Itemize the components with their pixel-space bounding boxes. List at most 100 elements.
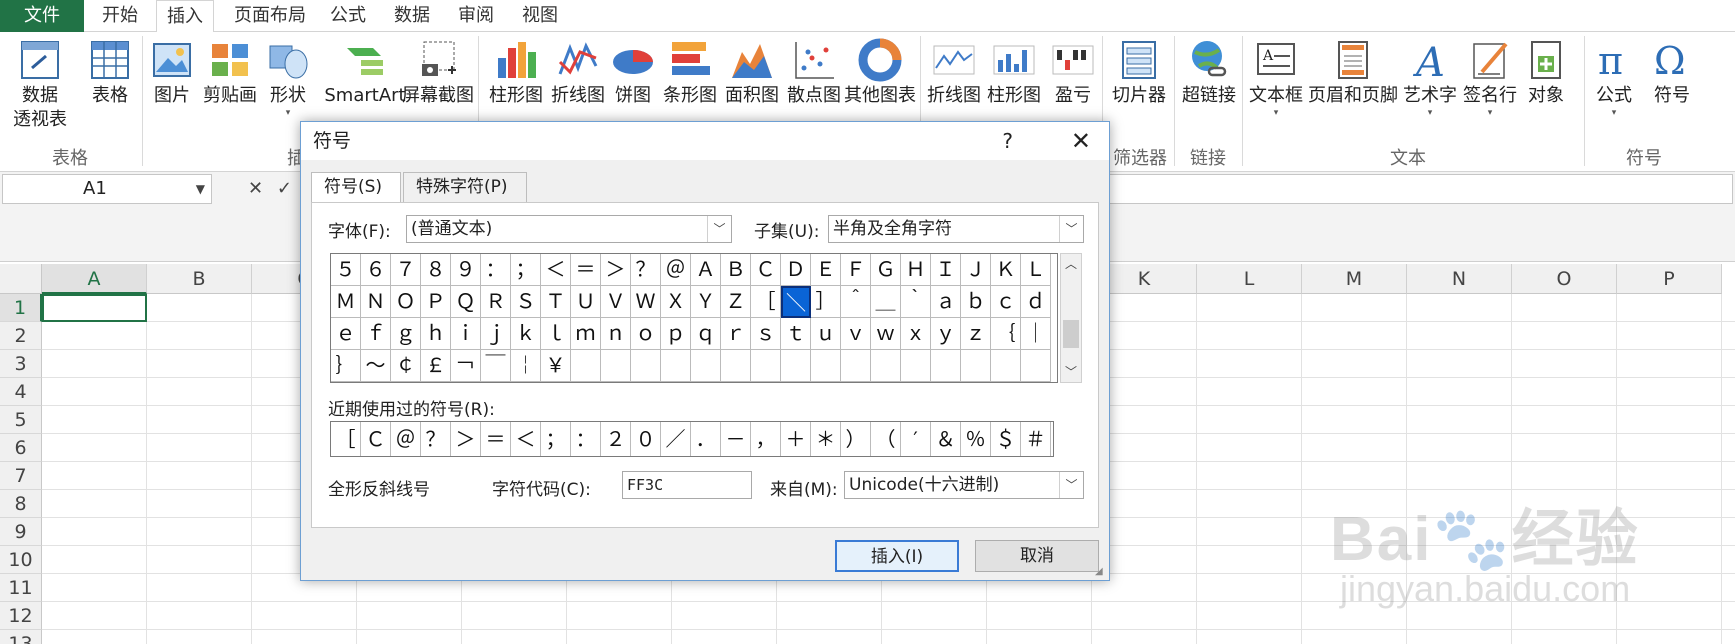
symbol-cell[interactable]: Ｅ — [811, 254, 841, 286]
column-header-l[interactable]: L — [1197, 264, 1302, 294]
symbol-cell[interactable] — [631, 350, 661, 382]
symbol-cell[interactable]: Ｓ — [511, 286, 541, 318]
object-button[interactable]: 对象 — [1520, 38, 1572, 148]
pivot-table-button[interactable]: 数据 透视表 — [4, 38, 76, 148]
help-icon[interactable]: ? — [1002, 122, 1013, 160]
symbol-cell[interactable]: ｊ — [481, 318, 511, 350]
scroll-thumb[interactable] — [1063, 320, 1079, 348]
row-header-4[interactable]: 4 — [0, 378, 42, 406]
symbol-cell[interactable]: ｙ — [931, 318, 961, 350]
tab-page-layout[interactable]: 页面布局 — [222, 0, 318, 32]
subset-select[interactable]: 半角及全角字符 ﹀ — [828, 215, 1084, 243]
recent-symbol-cell[interactable]: ＃ — [1021, 422, 1051, 456]
cancel-formula-icon[interactable]: ✕ — [248, 178, 263, 199]
symbol-cell[interactable]: Ｑ — [451, 286, 481, 318]
symbol-cell[interactable] — [751, 350, 781, 382]
table-button[interactable]: 表格 — [80, 38, 140, 148]
recent-symbol-cell[interactable]: ′ — [901, 422, 931, 456]
symbol-cell[interactable] — [901, 350, 931, 382]
symbol-cell[interactable]: Ｈ — [901, 254, 931, 286]
column-header-n[interactable]: N — [1407, 264, 1512, 294]
scroll-down-icon[interactable]: ﹀ — [1061, 362, 1081, 382]
symbol-cell[interactable]: Ｚ — [721, 286, 751, 318]
symbol-cell[interactable] — [931, 350, 961, 382]
symbol-cell[interactable]: ｋ — [511, 318, 541, 350]
symbol-cell-selected[interactable]: ＼ — [781, 286, 811, 318]
symbol-cell[interactable]: ｓ — [751, 318, 781, 350]
symbol-cell[interactable]: ｀ — [901, 286, 931, 318]
symbol-cell[interactable]: Ｌ — [1021, 254, 1051, 286]
tab-view[interactable]: 视图 — [516, 0, 564, 32]
symbol-cell[interactable] — [841, 350, 871, 382]
symbol-cell[interactable]: ｐ — [661, 318, 691, 350]
symbol-cell[interactable] — [871, 350, 901, 382]
symbol-cell[interactable]: Ｃ — [751, 254, 781, 286]
font-select[interactable]: (普通文本) ﹀ — [406, 215, 732, 243]
slicer-button[interactable]: 切片器 — [1106, 38, 1172, 148]
symbol-cell[interactable]: ｔ — [781, 318, 811, 350]
recent-symbol-cell[interactable]: ． — [691, 422, 721, 456]
row-header-1[interactable]: 1 — [0, 294, 42, 322]
column-header-o[interactable]: O — [1512, 264, 1617, 294]
symbol-cell[interactable]: Ｒ — [481, 286, 511, 318]
symbol-cell[interactable] — [811, 350, 841, 382]
symbol-cell[interactable]: Ｍ — [331, 286, 361, 318]
symbol-cell[interactable]: ａ — [931, 286, 961, 318]
active-cell[interactable] — [42, 294, 147, 322]
symbol-cell[interactable] — [991, 350, 1021, 382]
symbol-cell[interactable]: ｈ — [421, 318, 451, 350]
symbol-cell[interactable] — [601, 350, 631, 382]
recent-symbol-cell[interactable]: ［ — [331, 422, 361, 456]
row-header-12[interactable]: 12 — [0, 602, 42, 630]
recent-symbol-cell[interactable]: ， — [751, 422, 781, 456]
row-header-6[interactable]: 6 — [0, 434, 42, 462]
picture-button[interactable]: 图片 — [146, 38, 198, 148]
symbol-cell[interactable]: ｑ — [691, 318, 721, 350]
symbol-cell[interactable]: ｄ — [1021, 286, 1051, 318]
row-header-5[interactable]: 5 — [0, 406, 42, 434]
dialog-title[interactable]: 符号 — [301, 122, 1109, 160]
symbol-cell[interactable]: ＞ — [601, 254, 631, 286]
symbol-cell[interactable]: ｒ — [721, 318, 751, 350]
enter-formula-icon[interactable]: ✓ — [277, 178, 292, 199]
recent-symbol-cell[interactable]: ＊ — [811, 422, 841, 456]
recent-symbol-cell[interactable]: ＆ — [931, 422, 961, 456]
symbol-cell[interactable]: Ｎ — [361, 286, 391, 318]
wordart-button[interactable]: A 艺术字 ▾ — [1400, 38, 1460, 148]
symbol-cell[interactable]: Ａ — [691, 254, 721, 286]
textbox-button[interactable]: A 文本框 ▾ — [1246, 38, 1306, 148]
symbol-cell[interactable]: ￥ — [541, 350, 571, 382]
symbol-cell[interactable] — [781, 350, 811, 382]
equation-button[interactable]: π 公式 ▾ — [1588, 38, 1640, 148]
symbol-cell[interactable]: Ｆ — [841, 254, 871, 286]
symbol-cell[interactable]: ｃ — [991, 286, 1021, 318]
recent-symbol-cell[interactable]: Ｃ — [361, 422, 391, 456]
symbol-cell[interactable]: ＿ — [871, 286, 901, 318]
tab-home[interactable]: 开始 — [88, 0, 152, 32]
symbol-cell[interactable]: Ｄ — [781, 254, 811, 286]
symbol-cell[interactable]: Ｕ — [571, 286, 601, 318]
symbol-cell[interactable]: Ｋ — [991, 254, 1021, 286]
tab-data[interactable]: 数据 — [388, 0, 436, 32]
symbol-cell[interactable] — [721, 350, 751, 382]
tab-file[interactable]: 文件 — [0, 0, 84, 32]
symbol-cell[interactable]: Ｘ — [661, 286, 691, 318]
tab-formulas[interactable]: 公式 — [324, 0, 372, 32]
symbol-cell[interactable]: ｕ — [811, 318, 841, 350]
column-header-b[interactable]: B — [147, 264, 252, 294]
row-header-9[interactable]: 9 — [0, 518, 42, 546]
row-header-10[interactable]: 10 — [0, 546, 42, 574]
signature-line-button[interactable]: 签名行 ▾ — [1460, 38, 1520, 148]
symbol-cell[interactable]: ［ — [751, 286, 781, 318]
symbol-cell[interactable]: ｗ — [871, 318, 901, 350]
insert-button[interactable]: 插入(I) — [835, 540, 959, 572]
chevron-down-icon[interactable]: ﹀ — [1059, 472, 1083, 498]
symbol-cell[interactable]: ｌ — [541, 318, 571, 350]
symbol-cell[interactable]: ： — [481, 254, 511, 286]
symbol-cell[interactable]: ｜ — [1021, 318, 1051, 350]
recent-symbol-cell[interactable]: ＋ — [781, 422, 811, 456]
symbol-cell[interactable] — [961, 350, 991, 382]
chevron-down-icon[interactable]: ﹀ — [707, 216, 731, 242]
symbol-cell[interactable]: ｂ — [961, 286, 991, 318]
recent-symbol-cell[interactable]: ＠ — [391, 422, 421, 456]
